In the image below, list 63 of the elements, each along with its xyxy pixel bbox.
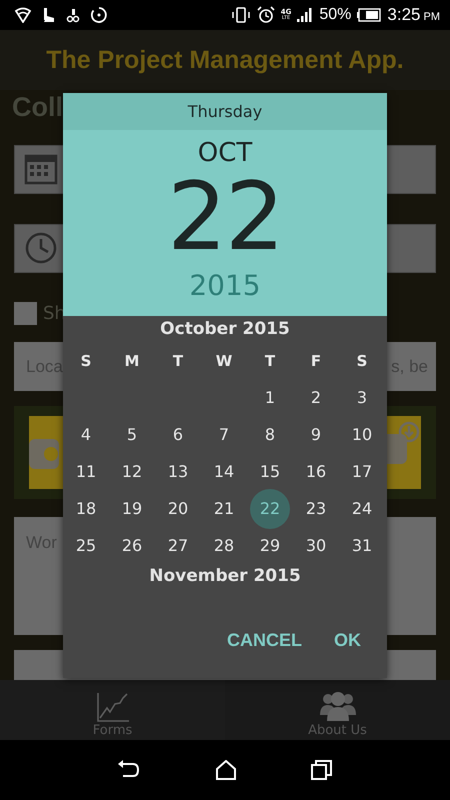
- weekday-label: W: [216, 351, 232, 372]
- clock: 3:25 PM: [387, 5, 440, 25]
- calendar-day[interactable]: 12: [113, 453, 151, 490]
- app-title: The Project Management App.: [46, 46, 404, 74]
- calendar-day[interactable]: 30: [297, 527, 335, 564]
- clock-icon: [24, 231, 58, 266]
- weekday-label: S: [80, 351, 92, 372]
- selected-month[interactable]: OCT: [198, 138, 252, 168]
- calendar-day[interactable]: 15: [251, 453, 289, 490]
- selected-date[interactable]: 22: [167, 168, 283, 268]
- weekday-label: S: [356, 351, 368, 372]
- cancel-button[interactable]: CANCEL: [215, 620, 314, 661]
- weekday-label: T: [264, 351, 276, 372]
- shield-wifi-icon: [14, 7, 32, 23]
- calendar-day[interactable]: 23: [297, 490, 335, 527]
- weekday-label: F: [310, 351, 322, 372]
- ok-button[interactable]: OK: [322, 620, 373, 661]
- voicemail-icon: [66, 7, 80, 23]
- notification-icon: [42, 7, 56, 23]
- calendar-day[interactable]: 16: [297, 453, 335, 490]
- calendar-day[interactable]: 4: [67, 416, 105, 453]
- back-icon[interactable]: [117, 760, 141, 780]
- calendar-day[interactable]: 6: [159, 416, 197, 453]
- calendar-day[interactable]: 10: [343, 416, 381, 453]
- calendar-day[interactable]: 19: [113, 490, 151, 527]
- line-chart-icon: [94, 691, 130, 723]
- signal-icon: [297, 8, 314, 22]
- checkbox[interactable]: [14, 302, 37, 325]
- calendar-day[interactable]: 13: [159, 453, 197, 490]
- calendar-day[interactable]: 18: [67, 490, 105, 527]
- month-label: November 2015: [149, 565, 301, 588]
- day-of-week: Thursday: [188, 102, 262, 121]
- calendar-day[interactable]: 11: [67, 453, 105, 490]
- calendar-day[interactable]: 2: [297, 379, 335, 416]
- battery-percent: 50%: [319, 6, 352, 24]
- calendar-day[interactable]: 31: [343, 527, 381, 564]
- calendar-day[interactable]: 9: [297, 416, 335, 453]
- month-label: October 2015: [160, 318, 290, 341]
- calendar-day[interactable]: 8: [251, 416, 289, 453]
- calendar-day[interactable]: 27: [159, 527, 197, 564]
- calendar-day[interactable]: 21: [205, 490, 243, 527]
- calendar-day[interactable]: 17: [343, 453, 381, 490]
- calendar-day[interactable]: 20: [159, 490, 197, 527]
- calendar-day[interactable]: 5: [113, 416, 151, 453]
- calendar-day[interactable]: 7: [205, 416, 243, 453]
- calendar-icon: [24, 152, 58, 186]
- calendar-day[interactable]: 29: [251, 527, 289, 564]
- sync-circle-icon: [90, 6, 108, 24]
- weekday-label: T: [172, 351, 184, 372]
- calendar-day[interactable]: 25: [67, 527, 105, 564]
- calendar-day[interactable]: 26: [113, 527, 151, 564]
- people-icon: [320, 691, 356, 723]
- calendar-day[interactable]: 28: [205, 527, 243, 564]
- calendar-day[interactable]: 14: [205, 453, 243, 490]
- recents-icon[interactable]: [311, 760, 333, 780]
- calendar-day[interactable]: 3: [343, 379, 381, 416]
- weekday-label: M: [124, 351, 140, 372]
- calendar-day[interactable]: 1: [251, 379, 289, 416]
- alarm-icon: [256, 6, 275, 24]
- home-icon[interactable]: [215, 760, 237, 780]
- vibrate-icon: [230, 7, 251, 23]
- battery-icon: [357, 8, 382, 22]
- calendar-day[interactable]: 24: [343, 490, 381, 527]
